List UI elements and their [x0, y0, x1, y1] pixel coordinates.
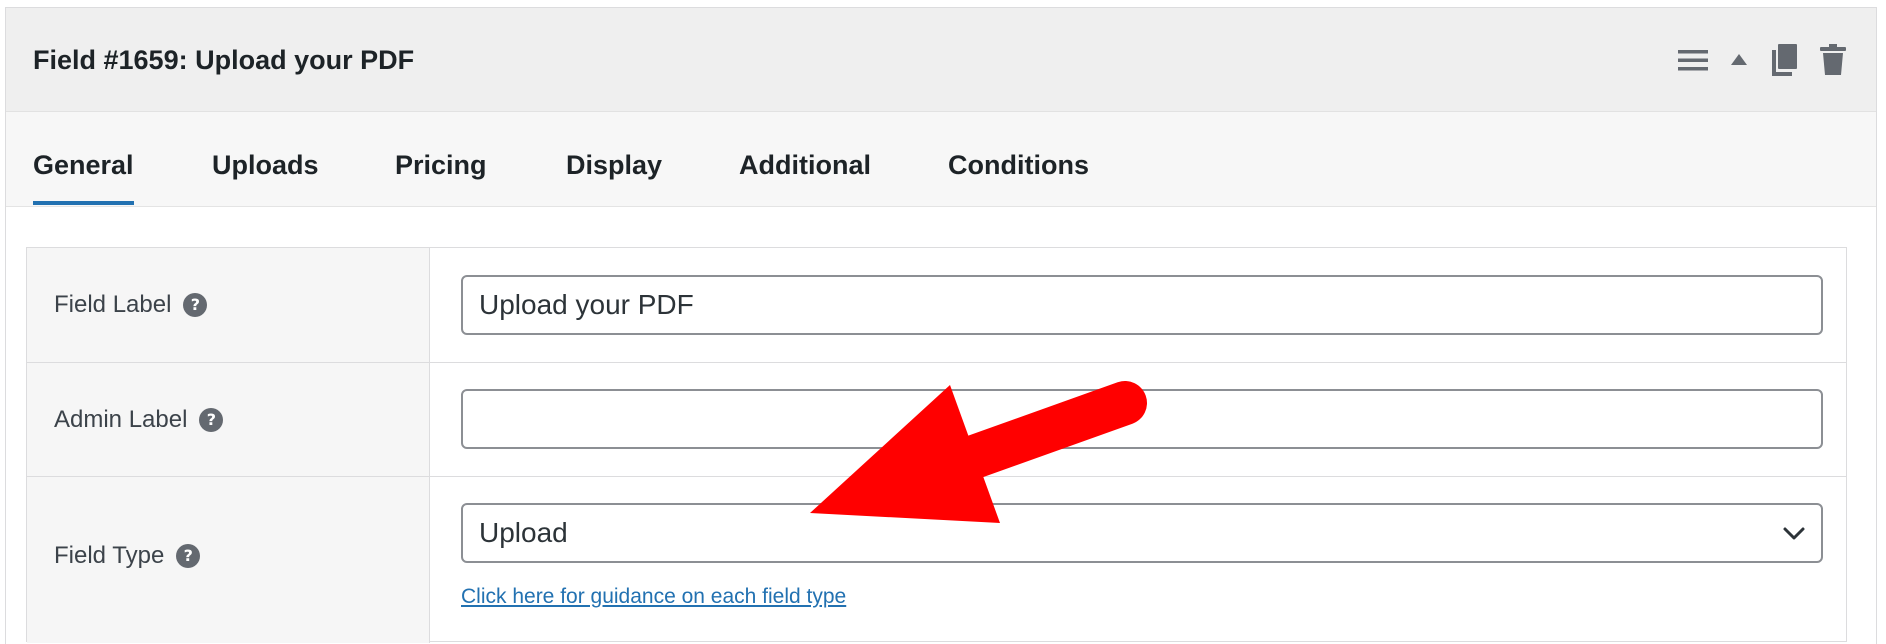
collapse-up-icon[interactable]	[1730, 53, 1748, 67]
trash-icon[interactable]	[1820, 44, 1846, 76]
field-type-selected-value: Upload	[479, 517, 568, 548]
row-field-type: Field Type ? Upload Click here for guida…	[27, 477, 1846, 643]
tab-uploads[interactable]: Uploads	[212, 149, 319, 181]
admin-label-input[interactable]	[461, 389, 1823, 449]
duplicate-icon[interactable]	[1770, 43, 1798, 77]
panel-title: Field #1659: Upload your PDF	[33, 45, 415, 75]
form-table: Field Label ? Admin Label ? Field Type ?…	[26, 247, 1847, 643]
field-type-label: Field Type	[54, 542, 165, 569]
tab-conditions[interactable]: Conditions	[948, 149, 1089, 181]
tab-bar: General Uploads Pricing Display Addition…	[6, 112, 1876, 207]
tab-display[interactable]: Display	[566, 149, 662, 181]
row-field-label: Field Label ?	[27, 248, 1846, 363]
help-icon[interactable]: ?	[183, 293, 208, 317]
admin-label-label: Admin Label	[54, 406, 188, 433]
label-cell: Admin Label ?	[27, 363, 430, 476]
field-type-select[interactable]: Upload	[461, 503, 1823, 563]
field-label-input[interactable]	[461, 275, 1823, 335]
label-cell: Field Label ?	[27, 248, 430, 362]
menu-icon[interactable]	[1678, 48, 1708, 72]
tab-additional[interactable]: Additional	[739, 149, 871, 181]
header-actions	[1678, 38, 1846, 82]
panel-header: Field #1659: Upload your PDF	[6, 8, 1876, 112]
tab-general[interactable]: General	[33, 149, 134, 205]
row-admin-label: Admin Label ?	[27, 363, 1846, 477]
chevron-down-icon	[1783, 527, 1805, 540]
tab-pricing[interactable]: Pricing	[395, 149, 487, 181]
field-label-label: Field Label	[54, 291, 172, 318]
label-cell: Field Type ?	[27, 477, 430, 643]
help-icon[interactable]: ?	[176, 544, 201, 568]
field-type-guidance-link[interactable]: Click here for guidance on each field ty…	[461, 585, 846, 609]
help-icon[interactable]: ?	[199, 408, 224, 432]
